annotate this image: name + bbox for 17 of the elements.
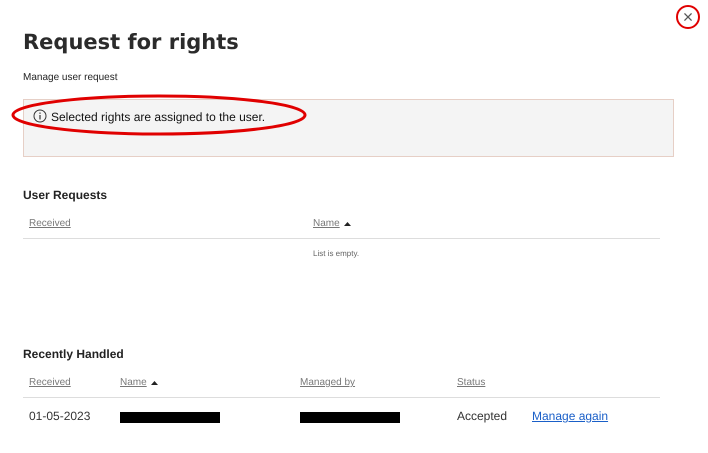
table-cell-text: Accepted [457,408,508,425]
empty-list-message: List is empty. [313,248,360,260]
column-header[interactable]: Status [457,375,486,390]
close-button[interactable]: × [676,5,700,29]
info-icon [33,109,47,123]
column-header[interactable]: Name [313,216,340,231]
column-header[interactable]: Received [29,375,71,390]
column-header[interactable]: Managed by [300,375,356,390]
dialog-subtitle: Manage user request [23,71,119,85]
dialog-title: Request for rights [23,29,240,56]
alert-message: Selected rights are assigned to the user. [51,109,266,126]
section-heading: User Requests [23,187,108,204]
section-heading: Recently Handled [23,346,125,363]
table-cell-text: 01-05-2023 [29,408,90,425]
manage-again-link[interactable]: Manage again [532,407,608,425]
column-header[interactable]: Received [29,216,71,231]
column-header[interactable]: Name [120,375,147,390]
